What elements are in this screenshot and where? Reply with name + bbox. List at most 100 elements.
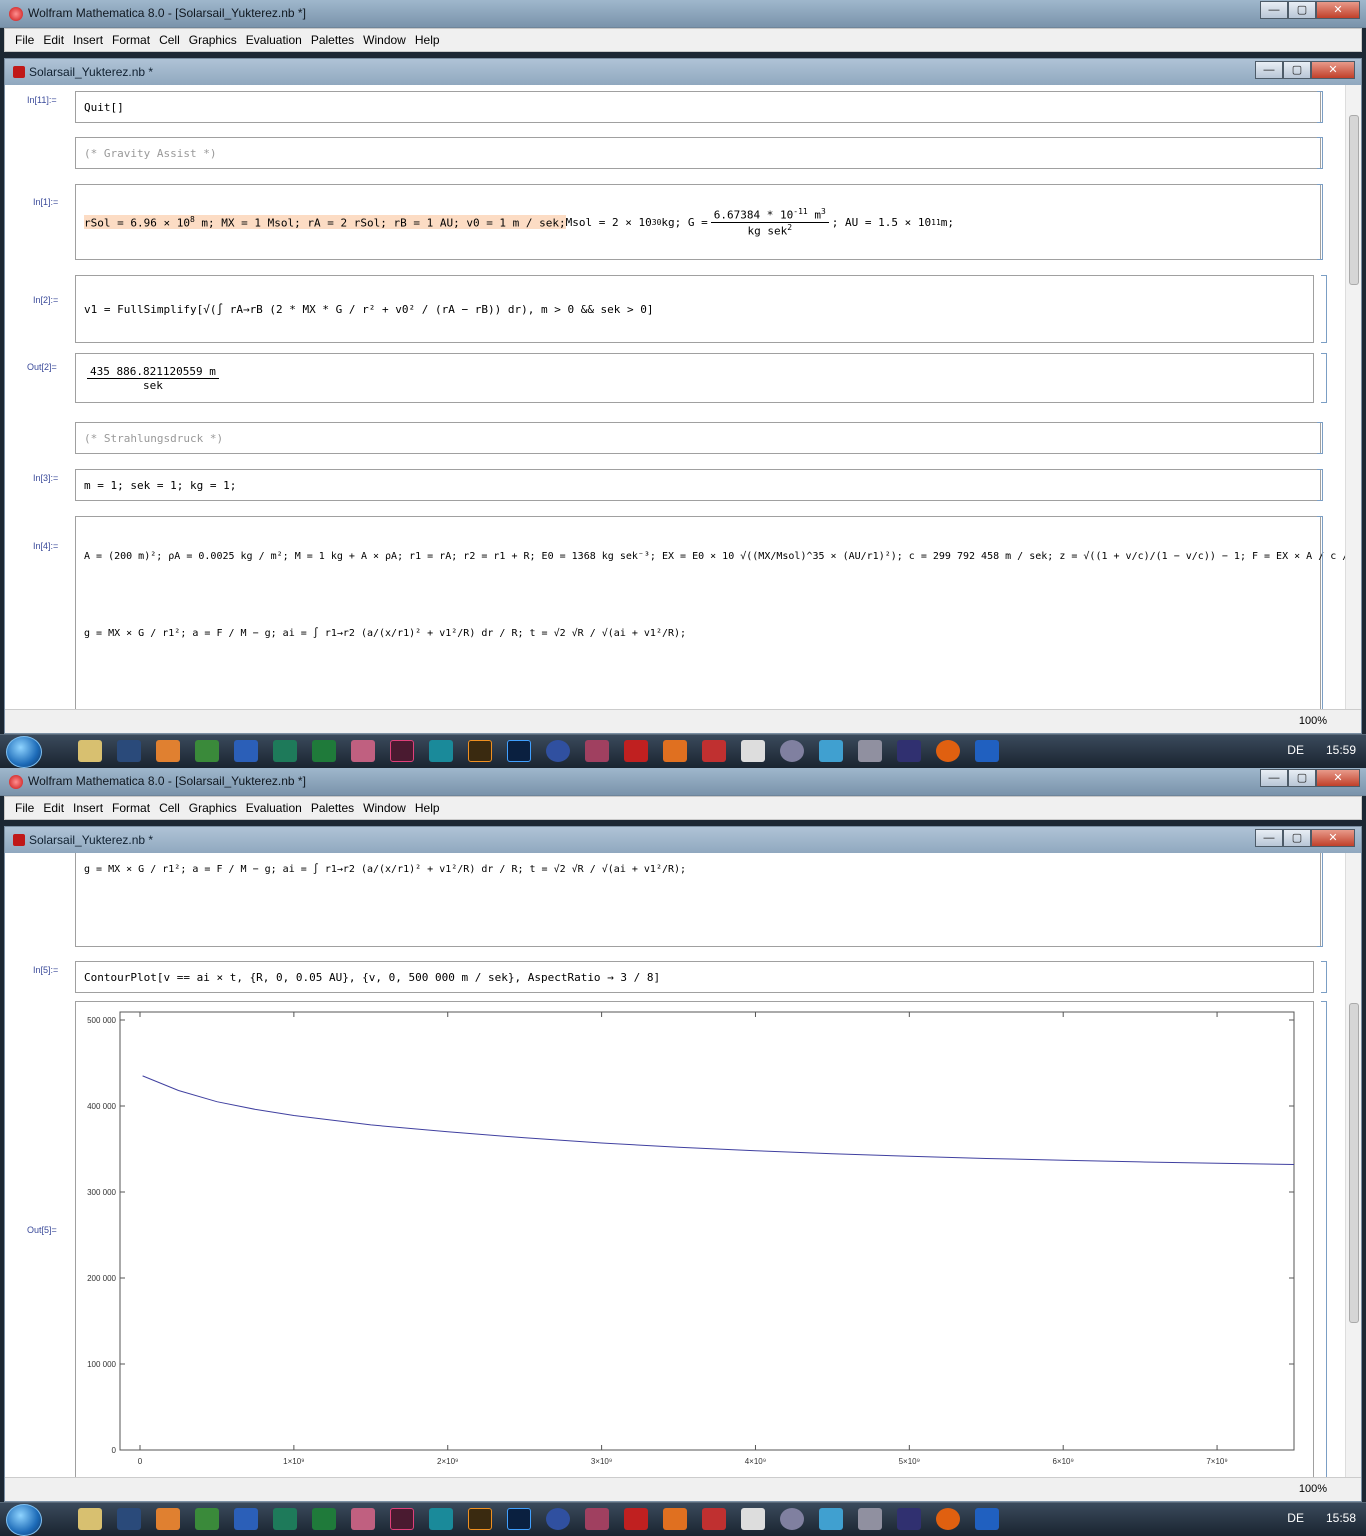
app-icon[interactable] <box>585 1508 609 1530</box>
menu-evaluation[interactable]: Evaluation <box>246 33 311 47</box>
cell-bracket[interactable] <box>1321 961 1327 993</box>
notebook-title-bar[interactable]: Solarsail_Yukterez.nb * — ▢ ✕ <box>5 827 1361 853</box>
zoom-level[interactable]: 100% <box>1299 1483 1327 1495</box>
clock[interactable]: 15:58 <box>1326 1511 1356 1525</box>
input-cell-contourplot[interactable]: ContourPlot[v == ai × t, {R, 0, 0.05 AU}… <box>75 961 1314 993</box>
app-icon[interactable] <box>195 740 219 762</box>
menu-graphics[interactable]: Graphics <box>189 33 246 47</box>
notebook-content[interactable]: In[11]:= Quit[] (* Gravity Assist *) In[… <box>5 85 1347 711</box>
explorer-icon[interactable] <box>78 740 102 762</box>
photoshop-icon[interactable] <box>507 740 531 762</box>
app-icon[interactable] <box>741 1508 765 1530</box>
menu-format[interactable]: Format <box>112 33 159 47</box>
app-icon[interactable] <box>936 1508 960 1530</box>
indesign-icon[interactable] <box>390 1508 414 1530</box>
menu-palettes[interactable]: Palettes <box>311 801 363 815</box>
app-icon[interactable] <box>780 740 804 762</box>
excel-icon[interactable] <box>312 1508 336 1530</box>
media-icon[interactable] <box>117 1508 141 1530</box>
clock[interactable]: 15:59 <box>1326 743 1356 757</box>
minimize-button[interactable]: — <box>1260 769 1288 787</box>
app-icon[interactable] <box>351 1508 375 1530</box>
app-icon[interactable] <box>819 740 843 762</box>
indesign-icon[interactable] <box>390 740 414 762</box>
close-button[interactable]: ✕ <box>1316 1 1360 19</box>
menu-cell[interactable]: Cell <box>159 801 189 815</box>
app-icon[interactable] <box>546 1508 570 1530</box>
audition-icon[interactable] <box>429 1508 453 1530</box>
app-title-bar[interactable]: Wolfram Mathematica 8.0 - [Solarsail_Yuk… <box>0 0 1366 28</box>
menu-format[interactable]: Format <box>112 801 159 815</box>
publisher-icon[interactable] <box>273 740 297 762</box>
input-cell-radiation-tail[interactable]: g = MX × G / r1²; a = F / M − g; ai = ∫ … <box>75 853 1321 947</box>
cell-bracket[interactable] <box>1317 91 1323 123</box>
menu-insert[interactable]: Insert <box>73 801 112 815</box>
cell-bracket[interactable] <box>1321 1001 1327 1479</box>
app-icon[interactable] <box>780 1508 804 1530</box>
nb-minimize-button[interactable]: — <box>1255 61 1283 79</box>
excel-icon[interactable] <box>312 740 336 762</box>
menu-insert[interactable]: Insert <box>73 33 112 47</box>
cell-bracket[interactable] <box>1317 469 1323 501</box>
app-icon[interactable] <box>351 740 375 762</box>
nb-close-button[interactable]: ✕ <box>1311 61 1355 79</box>
start-button-icon[interactable] <box>6 736 42 768</box>
app-icon[interactable] <box>195 1508 219 1530</box>
menu-edit[interactable]: Edit <box>43 33 73 47</box>
cell-bracket[interactable] <box>1317 137 1323 169</box>
scrollbar-thumb[interactable] <box>1349 1003 1359 1323</box>
menu-help[interactable]: Help <box>415 33 449 47</box>
mathematica-icon[interactable] <box>624 1508 648 1530</box>
input-cell-fullsimplify[interactable]: v1 = FullSimplify[√(∫ rA→rB (2 * MX * G … <box>75 275 1314 343</box>
app-icon[interactable] <box>858 740 882 762</box>
plot-output-cell[interactable]: 0 1×10⁹ 2×10⁹ 3×10⁹ 4×10⁹ 5×10⁹ 6×10⁹ 7×10⁹ 0 100… <box>75 1001 1314 1479</box>
audition-icon[interactable] <box>429 740 453 762</box>
cell-bracket[interactable] <box>1317 516 1323 711</box>
menu-window[interactable]: Window <box>363 801 415 815</box>
menu-file[interactable]: File <box>15 801 43 815</box>
mathematica-icon[interactable] <box>624 740 648 762</box>
notebook-title-bar[interactable]: Solarsail_Yukterez.nb * — ▢ ✕ <box>5 59 1361 85</box>
menu-cell[interactable]: Cell <box>159 33 189 47</box>
comment-cell[interactable]: (* Strahlungsdruck *) <box>75 422 1321 454</box>
menu-evaluation[interactable]: Evaluation <box>246 801 311 815</box>
menu-palettes[interactable]: Palettes <box>311 33 363 47</box>
start-button-icon[interactable] <box>6 1504 42 1536</box>
cell-bracket[interactable] <box>1317 422 1323 454</box>
nb-maximize-button[interactable]: ▢ <box>1283 61 1311 79</box>
matlab-icon[interactable] <box>663 1508 687 1530</box>
word-icon[interactable] <box>234 740 258 762</box>
matlab-icon[interactable] <box>663 740 687 762</box>
app-icon[interactable] <box>702 740 726 762</box>
app-icon[interactable] <box>975 740 999 762</box>
app-title-bar[interactable]: Wolfram Mathematica 8.0 - [Solarsail_Yuk… <box>0 768 1366 796</box>
app-icon[interactable] <box>819 1508 843 1530</box>
app-icon[interactable] <box>585 740 609 762</box>
app-icon[interactable] <box>975 1508 999 1530</box>
menu-help[interactable]: Help <box>415 801 449 815</box>
cell-bracket[interactable] <box>1317 184 1323 260</box>
output-cell-v1[interactable]: 435 886.821120559 m sek <box>75 353 1314 403</box>
maximize-button[interactable]: ▢ <box>1288 1 1316 19</box>
menu-edit[interactable]: Edit <box>43 801 73 815</box>
input-cell-units[interactable]: m = 1; sek = 1; kg = 1; <box>75 469 1321 501</box>
publisher-icon[interactable] <box>273 1508 297 1530</box>
menu-file[interactable]: File <box>15 33 43 47</box>
language-indicator[interactable]: DE <box>1287 743 1304 757</box>
close-button[interactable]: ✕ <box>1316 769 1360 787</box>
menu-graphics[interactable]: Graphics <box>189 801 246 815</box>
comment-cell[interactable]: (* Gravity Assist *) <box>75 137 1321 169</box>
app-icon[interactable] <box>936 740 960 762</box>
photoshop-icon[interactable] <box>507 1508 531 1530</box>
vertical-scrollbar[interactable] <box>1345 853 1361 1479</box>
input-cell-constants[interactable]: rSol = 6.96 × 108 m; MX = 1 Msol; rA = 2… <box>75 184 1321 260</box>
cell-bracket[interactable] <box>1317 853 1323 947</box>
media-icon[interactable] <box>117 740 141 762</box>
firefox-icon[interactable] <box>156 1508 180 1530</box>
menu-window[interactable]: Window <box>363 33 415 47</box>
maximize-button[interactable]: ▢ <box>1288 769 1316 787</box>
nb-maximize-button[interactable]: ▢ <box>1283 829 1311 847</box>
word-icon[interactable] <box>234 1508 258 1530</box>
zoom-level[interactable]: 100% <box>1299 715 1327 727</box>
language-indicator[interactable]: DE <box>1287 1511 1304 1525</box>
